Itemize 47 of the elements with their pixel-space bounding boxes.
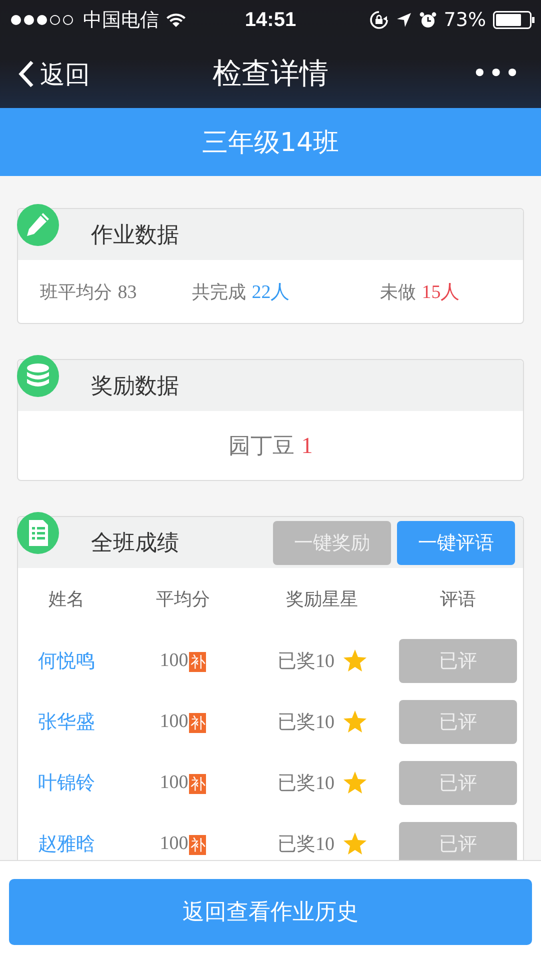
battery-percent: 73%: [444, 9, 486, 31]
more-button[interactable]: •••: [472, 59, 521, 89]
status-time: 14:51: [244, 8, 296, 32]
student-name-link[interactable]: 张华盛: [38, 708, 95, 734]
score-text: 100: [160, 772, 188, 794]
stat-text: 班平均分 83: [40, 280, 138, 304]
card-title: 作业数据: [91, 222, 179, 250]
card-title: 奖励数据: [91, 372, 179, 400]
carrier-name: 中国电信: [83, 8, 159, 33]
stat-text: 未做 15人: [380, 280, 461, 304]
alarm-icon: [418, 11, 437, 29]
signal-icon: [10, 14, 76, 26]
star-icon: [342, 710, 366, 733]
location-icon: [396, 12, 412, 28]
makeup-badge: 补: [189, 835, 206, 855]
back-button[interactable]: 返回: [18, 58, 90, 90]
star-icon: [342, 771, 366, 794]
column-header: 姓名: [48, 588, 84, 611]
student-name-link[interactable]: 叶锦铃: [38, 770, 95, 796]
column-header: 奖励星星: [286, 588, 358, 611]
star-icon: [342, 649, 366, 672]
wifi-icon: [166, 12, 186, 28]
stars-awarded-text: 已奖10: [278, 710, 334, 734]
column-header: 平均分: [156, 588, 210, 611]
stars-awarded-text: 已奖10: [278, 650, 334, 674]
page-title: 检查详情: [212, 55, 328, 92]
stat-text: 共完成 22人: [192, 280, 291, 304]
student-name-link[interactable]: 何悦鸣: [38, 648, 95, 674]
chevron-left-icon: [18, 60, 34, 88]
star-icon: [342, 832, 366, 855]
stars-awarded-text: 已奖10: [278, 832, 334, 856]
card-title: 全班成绩: [91, 530, 179, 558]
makeup-badge: 补: [189, 713, 206, 733]
makeup-badge: 补: [189, 652, 206, 672]
score-text: 100: [160, 650, 188, 672]
class-banner: 三年级14班: [0, 108, 541, 176]
comment-all-button[interactable]: 一键评语: [397, 520, 515, 564]
battery-icon: [493, 11, 535, 29]
stars-awarded-text: 已奖10: [278, 772, 334, 796]
reward-text: 园丁豆 1: [228, 432, 313, 460]
column-header: 评语: [440, 588, 476, 611]
student-name-link[interactable]: 赵雅晗: [38, 830, 95, 856]
score-text: 100: [160, 710, 188, 732]
makeup-badge: 补: [189, 774, 206, 794]
rotation-lock-icon: [368, 10, 389, 30]
score-text: 100: [160, 832, 188, 854]
history-button[interactable]: 返回查看作业历史: [9, 878, 532, 944]
